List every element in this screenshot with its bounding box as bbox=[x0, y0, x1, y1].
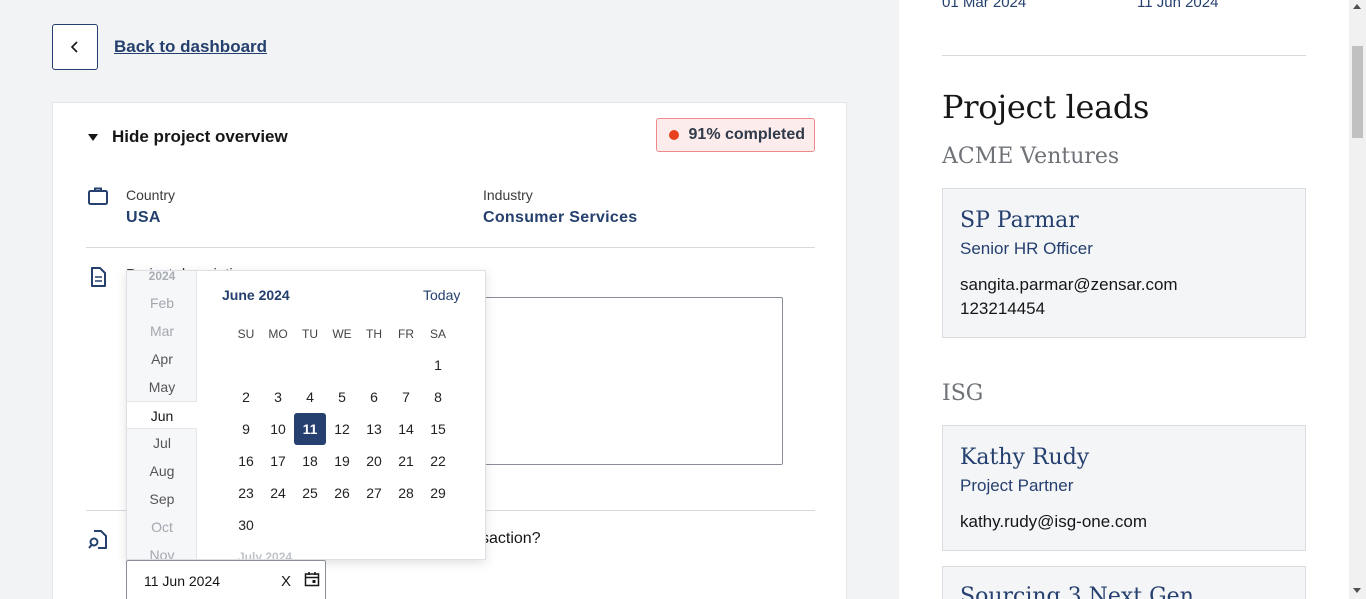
month-option[interactable]: Apr bbox=[127, 345, 197, 373]
org-name: ACME Ventures bbox=[942, 144, 1120, 169]
calendar-day[interactable]: 5 bbox=[326, 381, 358, 413]
divider bbox=[942, 55, 1306, 56]
chevron-left-icon bbox=[70, 41, 78, 53]
calendar-day[interactable]: 29 bbox=[422, 477, 454, 509]
date-input[interactable]: 11 Jun 2024 X bbox=[126, 560, 326, 599]
back-button[interactable] bbox=[52, 24, 98, 70]
month-option[interactable]: Oct bbox=[127, 513, 197, 541]
calendar-day[interactable]: 13 bbox=[358, 413, 390, 445]
industry-label: Industry bbox=[483, 187, 533, 203]
lead-card: Sourcing 3 Next Gen bbox=[942, 566, 1306, 599]
lead-name: Kathy Rudy bbox=[960, 445, 1090, 470]
document-icon bbox=[87, 266, 109, 288]
start-date: 01 Mar 2024 bbox=[942, 0, 1027, 11]
divider bbox=[86, 247, 815, 248]
calendar-day[interactable]: 28 bbox=[390, 477, 422, 509]
month-option[interactable]: Feb bbox=[127, 289, 197, 317]
weekday-header: MO bbox=[268, 327, 288, 341]
calendar-day[interactable]: 26 bbox=[326, 477, 358, 509]
month-option[interactable]: Sep bbox=[127, 485, 197, 513]
scrollbar-thumb[interactable] bbox=[1352, 46, 1363, 138]
lead-phone: 123214454 bbox=[960, 299, 1046, 318]
page-scrollbar[interactable] bbox=[1349, 0, 1366, 599]
calendar-day[interactable]: 14 bbox=[390, 413, 422, 445]
lead-card: SP Parmar Senior HR Officer sangita.parm… bbox=[942, 188, 1306, 338]
caret-down-icon bbox=[88, 133, 98, 141]
calendar-day[interactable]: 17 bbox=[262, 445, 294, 477]
calendar-day[interactable]: 18 bbox=[294, 445, 326, 477]
hide-overview-toggle[interactable]: Hide project overview bbox=[88, 127, 288, 147]
briefcase-icon bbox=[87, 185, 109, 207]
date-picker-popup: 2024 Feb Mar Apr May Jun Jul Aug Sep Oct Nov June … bbox=[126, 270, 486, 560]
calendar-day[interactable]: 15 bbox=[422, 413, 454, 445]
country-label: Country bbox=[126, 187, 176, 203]
calendar-day[interactable]: 20 bbox=[358, 445, 390, 477]
document-search-icon bbox=[87, 529, 109, 551]
calendar-day[interactable]: 12 bbox=[326, 413, 358, 445]
hide-overview-label: Hide project overview bbox=[112, 127, 288, 146]
calendar-day[interactable]: 4 bbox=[294, 381, 326, 413]
calendar-day[interactable]: 25 bbox=[294, 477, 326, 509]
today-button[interactable]: Today bbox=[423, 287, 460, 303]
calendar-day[interactable]: 1 bbox=[422, 349, 454, 381]
calendar-day[interactable]: 11 bbox=[294, 413, 326, 445]
calendar-day[interactable]: 8 bbox=[422, 381, 454, 413]
completion-badge: 91% completed bbox=[655, 118, 815, 152]
lead-email: kathy.rudy@isg-one.com bbox=[960, 512, 1148, 531]
weekday-header: WE bbox=[332, 327, 352, 341]
calendar-day[interactable]: 3 bbox=[262, 381, 294, 413]
lead-card: Kathy Rudy Project Partner kathy.rudy@is… bbox=[942, 425, 1306, 551]
transaction-question: saction? bbox=[481, 530, 541, 547]
month-option[interactable]: Aug bbox=[127, 457, 197, 485]
calendar-day[interactable]: 24 bbox=[262, 477, 294, 509]
industry-value: Consumer Services bbox=[483, 209, 638, 226]
month-option[interactable]: Nov bbox=[127, 541, 197, 559]
month-option[interactable]: Mar bbox=[127, 317, 197, 345]
month-option[interactable]: Jun bbox=[127, 401, 197, 429]
calendar-day[interactable]: 2 bbox=[230, 381, 262, 413]
month-option[interactable]: Jul bbox=[127, 429, 197, 457]
end-date: 11 Jun 2024 bbox=[1137, 0, 1219, 11]
back-to-dashboard-link[interactable]: Back to dashboard bbox=[114, 37, 267, 57]
month-option[interactable]: May bbox=[127, 373, 197, 401]
calendar-day[interactable]: 22 bbox=[422, 445, 454, 477]
month-list: 2024 Feb Mar Apr May Jun Jul Aug Sep Oct Nov bbox=[127, 270, 197, 559]
calendar-day[interactable]: 10 bbox=[262, 413, 294, 445]
lead-name: SP Parmar bbox=[960, 208, 1079, 233]
country-value: USA bbox=[126, 209, 161, 226]
calendar-day[interactable]: 9 bbox=[230, 413, 262, 445]
calendar-day[interactable]: 7 bbox=[390, 381, 422, 413]
weekday-header: TH bbox=[366, 327, 382, 341]
calendar-day[interactable]: 6 bbox=[358, 381, 390, 413]
calendar-day[interactable]: 27 bbox=[358, 477, 390, 509]
weekday-header: TU bbox=[302, 327, 318, 341]
date-input-value: 11 Jun 2024 bbox=[144, 573, 221, 589]
weekday-header: SU bbox=[237, 327, 255, 341]
calendar-day[interactable]: 23 bbox=[230, 477, 262, 509]
lead-role: Project Partner bbox=[960, 476, 1074, 495]
right-panel: 01 Mar 2024 11 Jun 2024 Project leads AC… bbox=[899, 0, 1349, 599]
lead-email: sangita.parmar@zensar.com bbox=[960, 275, 1178, 294]
project-leads-title: Project leads bbox=[942, 88, 1150, 126]
calendar-day[interactable]: 21 bbox=[390, 445, 422, 477]
calendar-day[interactable]: 16 bbox=[230, 445, 262, 477]
calendar-day[interactable]: 19 bbox=[326, 445, 358, 477]
calendar-icon[interactable] bbox=[304, 571, 320, 587]
calendar-title: June 2024 bbox=[222, 287, 290, 303]
year-label: 2024 bbox=[148, 270, 176, 283]
clear-date-button[interactable]: X bbox=[281, 573, 291, 590]
next-month-label: July 2024 bbox=[238, 550, 293, 560]
org-name: ISG bbox=[942, 381, 984, 406]
lead-name: Sourcing 3 Next Gen bbox=[960, 584, 1194, 599]
calendar-day[interactable]: 30 bbox=[230, 509, 262, 541]
weekday-header: SA bbox=[429, 327, 446, 341]
weekday-header: FR bbox=[398, 327, 414, 341]
completion-text: 91% completed bbox=[688, 126, 805, 143]
scroll-up-icon[interactable] bbox=[1353, 4, 1361, 9]
status-dot-icon bbox=[668, 130, 679, 140]
lead-role: Senior HR Officer bbox=[960, 239, 1093, 258]
scroll-down-icon[interactable] bbox=[1353, 588, 1361, 593]
